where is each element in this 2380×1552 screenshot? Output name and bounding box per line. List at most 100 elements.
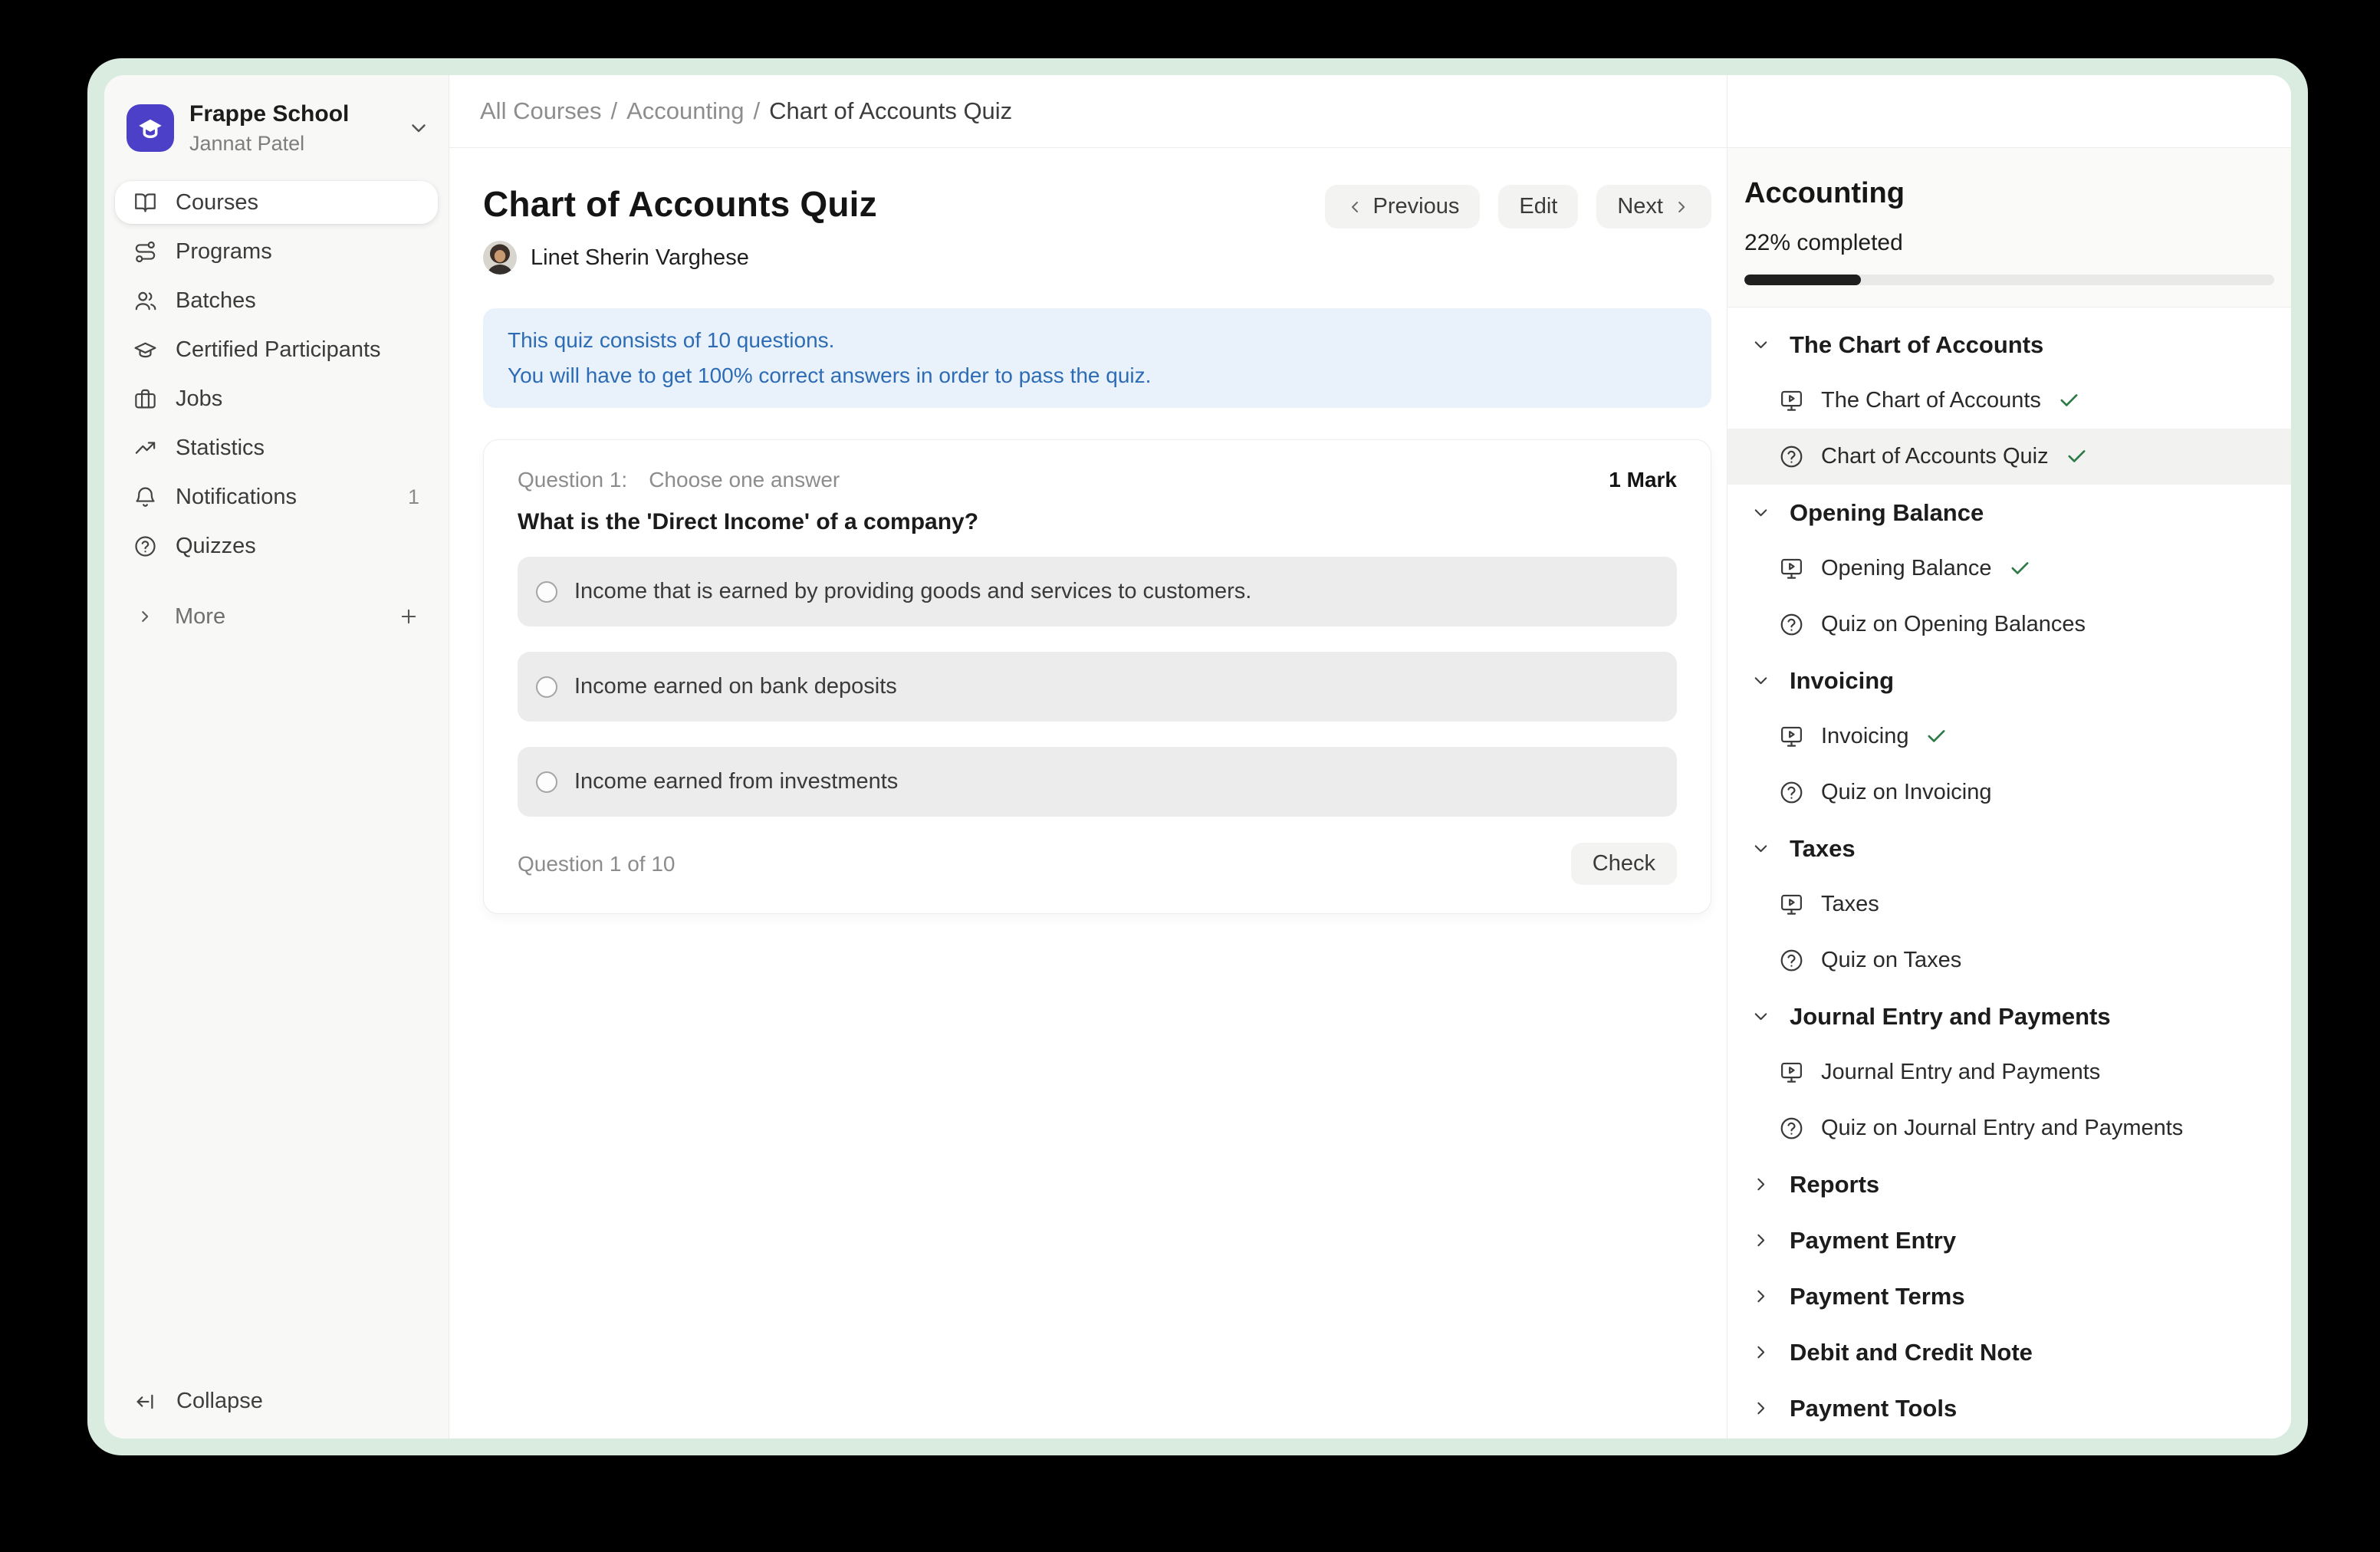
user-name: Jannat Patel <box>189 131 349 157</box>
question-text: What is the 'Direct Income' of a company… <box>518 509 1677 535</box>
help-circle-icon <box>133 534 157 558</box>
outline-section-payment-terms[interactable]: Payment Terms <box>1727 1268 2291 1324</box>
course-progress-bar <box>1744 275 2274 285</box>
outline-section-reports[interactable]: Reports <box>1727 1156 2291 1212</box>
sidebar-item-more[interactable]: More <box>115 592 438 641</box>
outline-section-taxes[interactable]: Taxes <box>1727 820 2291 876</box>
banner-line: This quiz consists of 10 questions. <box>508 323 1687 358</box>
graduation-cap-icon <box>133 338 157 362</box>
chevron-down-icon <box>1750 334 1771 355</box>
breadcrumb-bar: All Courses / Accounting / Chart of Acco… <box>449 75 1727 148</box>
breadcrumb-accounting[interactable]: Accounting <box>626 97 744 125</box>
outline-section-payment-entry[interactable]: Payment Entry <box>1727 1212 2291 1268</box>
outline-lesson-quiz-on-opening-balances[interactable]: Quiz on Opening Balances <box>1727 597 2291 653</box>
workspace-switcher[interactable]: Frappe School Jannat Patel <box>104 75 449 173</box>
previous-button[interactable]: Previous <box>1325 185 1481 229</box>
answer-option-1[interactable]: Income that is earned by providing goods… <box>518 557 1677 626</box>
outline-lesson-quiz-on-invoicing[interactable]: Quiz on Invoicing <box>1727 764 2291 820</box>
radio-button[interactable] <box>536 581 557 603</box>
question-marks: 1 Mark <box>1609 468 1677 492</box>
check-label: Check <box>1593 851 1655 876</box>
question-number-label: Question 1: <box>518 468 627 492</box>
answer-option-2[interactable]: Income earned on bank deposits <box>518 652 1677 722</box>
chevron-right-icon <box>1750 1230 1771 1251</box>
chevron-down-icon[interactable] <box>407 117 430 140</box>
lesson-title: Quiz on Journal Entry and Payments <box>1821 1116 2183 1141</box>
monitor-play-icon <box>1779 892 1804 917</box>
check-icon <box>1925 725 1948 748</box>
chevron-down-icon <box>1750 502 1771 523</box>
sidebar-item-label: Batches <box>176 288 256 314</box>
main-content-column: All Courses / Accounting / Chart of Acco… <box>449 75 1727 1439</box>
breadcrumb-separator: / <box>754 97 761 125</box>
outline-lesson-quiz-on-journal-entry-and-payments[interactable]: Quiz on Journal Entry and Payments <box>1727 1100 2291 1156</box>
breadcrumb-all-courses[interactable]: All Courses <box>480 97 602 125</box>
answer-options: Income that is earned by providing goods… <box>518 557 1677 817</box>
outline-section-journal-entry-and-payments[interactable]: Journal Entry and Payments <box>1727 988 2291 1044</box>
sidebar-item-label: Certified Participants <box>176 337 381 363</box>
chevron-right-icon <box>136 607 154 626</box>
check-button[interactable]: Check <box>1571 843 1677 885</box>
briefcase-icon <box>133 387 157 411</box>
lesson-title: Opening Balance <box>1821 556 1992 581</box>
plus-icon[interactable] <box>398 606 419 627</box>
help-circle-icon <box>1779 444 1804 469</box>
banner-line: You will have to get 100% correct answer… <box>508 358 1687 393</box>
sidebar-item-jobs[interactable]: Jobs <box>115 374 438 423</box>
answer-option-3[interactable]: Income earned from investments <box>518 747 1677 817</box>
sidebar-item-label: Courses <box>176 190 258 215</box>
breadcrumb-current: Chart of Accounts Quiz <box>769 97 1012 125</box>
outline-lesson-opening-balance[interactable]: Opening Balance <box>1727 541 2291 597</box>
sidebar-item-label: Jobs <box>176 386 222 412</box>
outline-section-chart-of-accounts[interactable]: The Chart of Accounts <box>1727 317 2291 373</box>
radio-button[interactable] <box>536 771 557 793</box>
section-title: Opening Balance <box>1790 499 1984 527</box>
course-outline-panel: Accounting 22% completed The Chart of Ac… <box>1727 75 2291 1439</box>
workspace-meta: Frappe School Jannat Patel <box>189 100 349 156</box>
outline-lesson-the-chart-of-accounts[interactable]: The Chart of Accounts <box>1727 373 2291 429</box>
outline-lesson-quiz-on-taxes[interactable]: Quiz on Taxes <box>1727 932 2291 988</box>
check-icon <box>2058 390 2080 412</box>
sidebar-item-notifications[interactable]: Notifications 1 <box>115 472 438 521</box>
outline-lesson-invoicing[interactable]: Invoicing <box>1727 709 2291 764</box>
sidebar-item-batches[interactable]: Batches <box>115 276 438 325</box>
lesson-title: Chart of Accounts Quiz <box>1821 444 2049 469</box>
section-title: Payment Terms <box>1790 1283 1965 1310</box>
app-window: Frappe School Jannat Patel Courses Progr… <box>87 58 2308 1455</box>
outline-lesson-taxes[interactable]: Taxes <box>1727 876 2291 932</box>
radio-button[interactable] <box>536 676 557 698</box>
sidebar-item-certified-participants[interactable]: Certified Participants <box>115 325 438 374</box>
collapse-sidebar-button[interactable]: Collapse <box>133 1389 430 1414</box>
outline-section-payment-tools[interactable]: Payment Tools <box>1727 1380 2291 1436</box>
outline-lesson-journal-entry-and-payments[interactable]: Journal Entry and Payments <box>1727 1044 2291 1100</box>
title-row: Chart of Accounts Quiz <box>483 183 1711 275</box>
edit-button[interactable]: Edit <box>1498 185 1578 229</box>
sidebar-footer: Collapse <box>104 1389 449 1439</box>
section-title: Journal Entry and Payments <box>1790 1003 2111 1031</box>
chevron-right-icon <box>1672 198 1691 216</box>
lesson-title: Taxes <box>1821 892 1879 917</box>
outline-section-debit-and-credit-note[interactable]: Debit and Credit Note <box>1727 1324 2291 1380</box>
sidebar-item-quizzes[interactable]: Quizzes <box>115 521 438 570</box>
course-title: Accounting <box>1744 177 2274 210</box>
sidebar-item-courses[interactable]: Courses <box>115 181 438 224</box>
route-icon <box>133 240 157 264</box>
lesson-title: Quiz on Taxes <box>1821 948 1961 973</box>
lesson-title: Journal Entry and Payments <box>1821 1060 2100 1085</box>
monitor-play-icon <box>1779 556 1804 581</box>
outline-section-opening-balance[interactable]: Opening Balance <box>1727 485 2291 541</box>
instructor-avatar <box>483 241 517 275</box>
sidebar-item-label: More <box>175 604 225 630</box>
chevron-right-icon <box>1750 1398 1771 1419</box>
outline-lesson-chart-of-accounts-quiz[interactable]: Chart of Accounts Quiz <box>1727 429 2291 485</box>
outline-top-spacer <box>1727 75 2291 148</box>
sidebar-item-programs[interactable]: Programs <box>115 227 438 276</box>
bell-icon <box>133 485 157 509</box>
question-header: Question 1: Choose one answer 1 Mark <box>518 468 1677 492</box>
sidebar-item-statistics[interactable]: Statistics <box>115 423 438 472</box>
monitor-play-icon <box>1779 724 1804 749</box>
option-label: Income earned from investments <box>574 769 898 794</box>
section-title: Debit and Credit Note <box>1790 1339 2033 1366</box>
next-button[interactable]: Next <box>1596 185 1711 229</box>
outline-section-invoicing[interactable]: Invoicing <box>1727 653 2291 709</box>
